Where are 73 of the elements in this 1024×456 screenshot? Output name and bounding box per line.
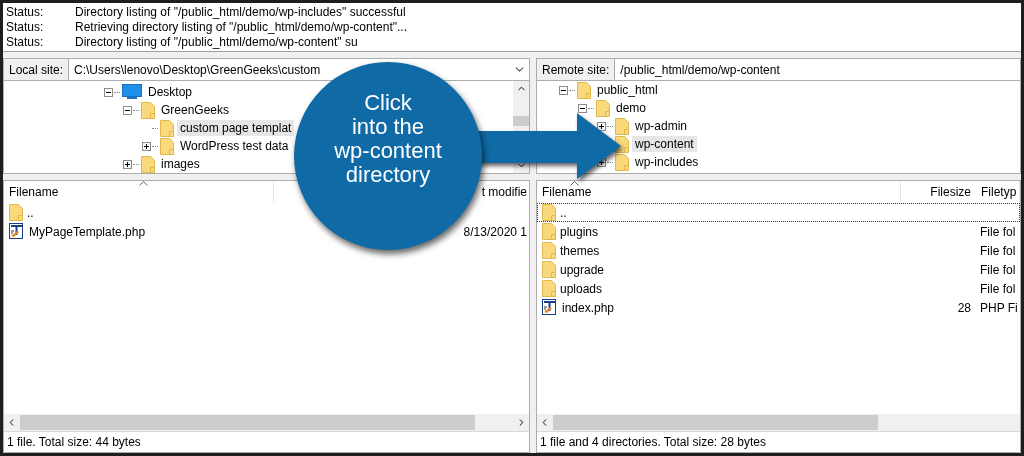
folder-icon [141,101,155,119]
status-text: 1 file. Total size: 44 bytes [4,431,529,452]
column-header[interactable]: Filesize [925,181,976,203]
tree-item[interactable]: public_html [594,82,661,98]
horizontal-scrollbar[interactable] [4,414,529,431]
tree-item[interactable]: wp-includes [632,154,702,170]
site-label: Remote site: [536,58,616,81]
file-name[interactable]: upgrade [560,262,605,277]
log-message: Retrieving directory listing of "/public_html/demo/wp-content"... [75,19,408,35]
log-label: Status: [6,4,45,20]
scrollbar-thumb[interactable] [553,415,878,430]
folder-icon [542,242,556,259]
log-label: Status: [6,19,45,35]
tree-item[interactable]: images [158,156,203,172]
expand-icon[interactable] [142,141,151,151]
status-text: 1 file and 4 directories. Total size: 28 bytes [537,431,1020,452]
tree-item[interactable]: wp-admin [632,118,691,134]
file-name[interactable]: index.php [562,300,615,315]
folder-icon [615,117,629,135]
sort-caret-icon [570,181,579,186]
file-name[interactable]: uploads [560,281,603,296]
script-file-icon [9,223,25,240]
column-header[interactable]: Filename [537,181,901,203]
file-name[interactable]: themes [560,243,600,258]
folder-icon [542,280,556,297]
tree-item[interactable]: GreenGeeks [158,102,233,118]
folder-icon [577,81,591,99]
folder-icon [542,223,556,240]
file-name[interactable]: MyPageTemplate.php [29,224,146,239]
tree-item[interactable]: custom page templat [177,120,295,136]
folder-icon [596,99,610,117]
sort-caret-icon [139,181,148,186]
file-cell-text: File fol [979,262,1017,277]
column-header[interactable]: Filetyp [976,181,1020,203]
file-name[interactable]: plugins [560,224,599,239]
file-name[interactable]: .. [560,205,567,220]
horizontal-scrollbar[interactable] [537,414,1020,431]
script-file-icon [542,299,558,316]
log-label: Status: [6,34,45,50]
tree-item[interactable]: demo [613,100,650,116]
column-header[interactable]: Filename [4,181,274,203]
site-path-field[interactable]: /public_html/demo/wp-content [615,58,1021,81]
file-cell-text: 8/13/2020 1 [462,224,528,239]
file-name[interactable]: .. [27,205,34,220]
file-cell-text: File fol [979,243,1017,258]
dropdown-button[interactable] [510,58,530,81]
tree-item[interactable]: Desktop [145,84,196,100]
file-cell-text: PHP Fi [979,300,1019,315]
collapse-icon[interactable] [104,87,113,97]
monitor-icon [122,84,142,100]
tree-item[interactable]: WordPress test data [177,138,292,154]
folder-icon [160,137,174,155]
log-message: Directory listing of "/public_html/demo/wp-includes" successful [75,4,407,20]
log-message: Directory listing of "/public_html/demo/wp-content" su [75,34,359,50]
folder-icon [160,119,174,137]
column-header[interactable]: t modifie [476,181,529,203]
scrollbar-thumb[interactable] [513,116,529,126]
file-cell-text: 28 [956,300,972,315]
collapse-icon[interactable] [578,103,587,113]
site-label: Local site: [3,58,70,81]
folder-icon [141,155,155,173]
callout-text: Click into the wp-content directory [333,91,443,187]
folder-icon [615,153,629,171]
collapse-icon[interactable] [559,85,568,95]
collapse-icon[interactable] [123,105,132,115]
tree-item[interactable]: wp-content [632,136,697,152]
folder-icon [542,204,556,221]
expand-icon[interactable] [123,159,132,169]
file-cell-text: File fol [979,281,1017,296]
folder-icon [9,204,23,221]
file-cell-text: File fol [979,224,1017,239]
scrollbar-thumb[interactable] [20,415,475,430]
folder-icon [542,261,556,278]
